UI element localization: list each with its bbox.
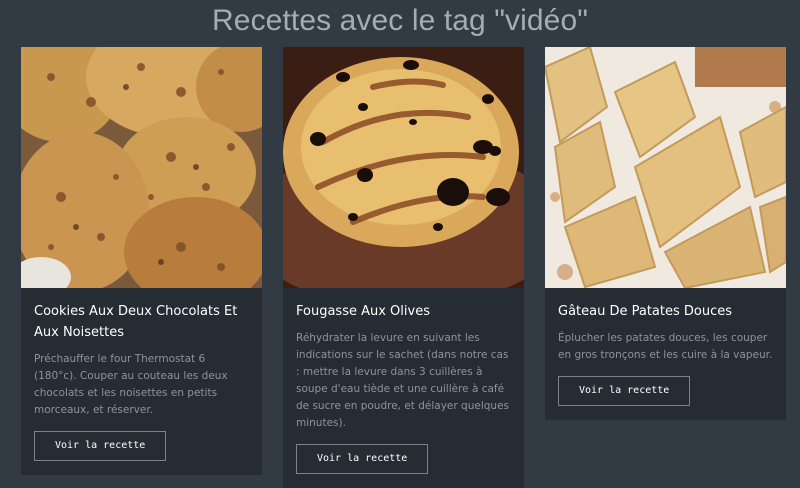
view-recipe-button[interactable]: Voir la recette	[296, 444, 429, 474]
recipe-photo-gateau[interactable]	[545, 47, 786, 288]
recipe-photo-cookies[interactable]	[21, 47, 262, 288]
recipe-description: Éplucher les patates douces, les couper …	[558, 332, 773, 361]
recipe-title[interactable]: Fougasse Aux Olives	[296, 301, 511, 322]
page-title: Recettes avec le tag "vidéo"	[212, 4, 588, 37]
recipe-title[interactable]: Gâteau De Patates Douces	[558, 301, 773, 322]
view-recipe-button[interactable]: Voir la recette	[558, 376, 691, 406]
view-recipe-button[interactable]: Voir la recette	[34, 431, 167, 461]
recipe-description: Réhydrater la levure en suivant les indi…	[296, 332, 509, 429]
recipe-description: Préchauffer le four Thermostat 6 (180°c)…	[34, 353, 228, 416]
recipe-card: Cookies Aux Deux Chocolats Et Aux Noiset…	[21, 47, 262, 475]
recipe-card: Gâteau De Patates Douces Éplucher les pa…	[545, 47, 786, 420]
recipe-title[interactable]: Cookies Aux Deux Chocolats Et Aux Noiset…	[34, 301, 249, 343]
recipe-card: Fougasse Aux Olives Réhydrater la levure…	[283, 47, 524, 488]
recipe-photo-fougasse[interactable]	[283, 47, 524, 288]
